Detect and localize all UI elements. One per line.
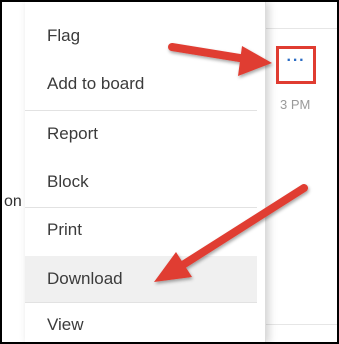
menu-item-flag[interactable]: Flag: [25, 14, 257, 58]
menu-item-report[interactable]: Report: [25, 112, 257, 156]
more-options-button[interactable]: ···: [276, 46, 316, 84]
divider: [264, 324, 337, 325]
truncated-text: on: [4, 193, 22, 210]
context-menu: Flag Add to board Report Block Print Dow…: [25, 2, 266, 342]
menu-item-download[interactable]: Download: [25, 256, 257, 302]
message-time: 3 PM: [280, 97, 311, 112]
menu-separator: [25, 110, 257, 111]
divider: [264, 28, 337, 29]
menu-item-view[interactable]: View: [25, 303, 257, 342]
menu-item-print[interactable]: Print: [25, 208, 257, 252]
menu-item-add-to-board[interactable]: Add to board: [25, 62, 257, 106]
screenshot-frame: ··· 3 PM on Flag Add to board Report Blo…: [0, 0, 339, 344]
more-options-icon: ···: [286, 52, 306, 69]
menu-item-block[interactable]: Block: [25, 160, 257, 204]
